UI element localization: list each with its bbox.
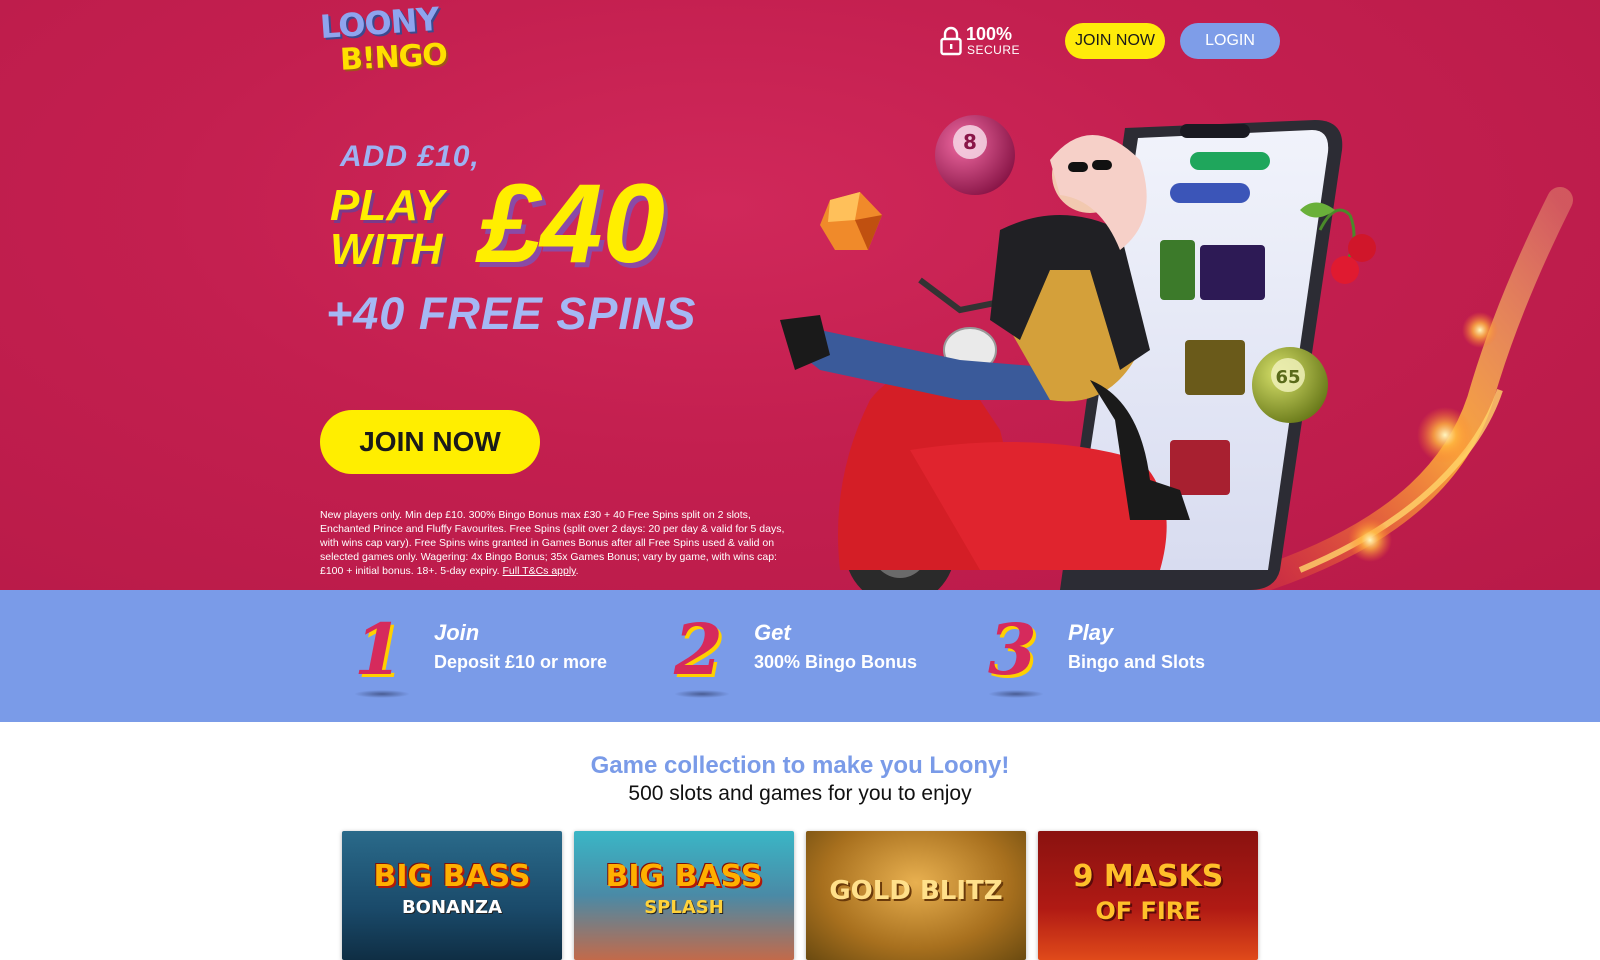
promo-play-line1: PLAY — [330, 181, 445, 230]
games-section-title: Game collection to make you Loony! — [590, 752, 1010, 779]
sparkle — [1417, 407, 1473, 463]
game-card-gold-blitz[interactable]: GOLD BLITZ — [806, 831, 1026, 960]
step-title: Play — [1068, 620, 1114, 645]
ball-number-left: 8 — [963, 130, 977, 154]
step-description: 300% Bingo Bonus — [754, 652, 918, 672]
promo-deposit-text: ADD £10, — [340, 140, 480, 173]
game-title: 9 MASKS — [1072, 859, 1224, 894]
step-number-shadow — [674, 690, 730, 698]
ball-number-right: 65 — [1275, 367, 1300, 388]
lock-icon — [940, 26, 962, 56]
game-title: BIG BASS — [605, 859, 763, 894]
game-title: GOLD BLITZ — [829, 876, 1003, 906]
game-card-big-bass-bonanza[interactable]: BIG BASS BONANZA — [342, 831, 562, 960]
logo-text-bottom: B!NGO — [339, 37, 448, 78]
terms-link[interactable]: Full T&Cs apply — [503, 565, 576, 577]
game-subtitle: SPLASH — [644, 897, 724, 918]
step-number: 1 — [354, 608, 403, 691]
bingo-ball-left: 8 — [935, 115, 1015, 195]
bingo-ball-right: 65 — [1252, 347, 1328, 423]
step-title: Get — [754, 620, 791, 645]
step-title: Join — [434, 620, 480, 645]
promo-amount: £40 — [478, 161, 665, 286]
promo-free-spins: +40 FREE SPINS — [326, 288, 697, 339]
game-title: BIG BASS — [373, 859, 531, 894]
secure-badge: 100% SECURE — [940, 24, 1030, 58]
secure-percent: 100% — [966, 24, 1013, 44]
step-description: Bingo and Slots — [1068, 652, 1205, 672]
step-number-shadow — [988, 690, 1044, 698]
join-now-button-hero[interactable]: JOIN NOW — [320, 410, 540, 474]
steps-bar: 1 Join Deposit £10 or more 2 Get 300% Bi… — [0, 590, 1600, 722]
gem-icon — [820, 192, 882, 250]
promo-play-with: PLAY WITH — [330, 184, 444, 272]
logo[interactable]: LOONY B!NGO — [318, 0, 458, 80]
step-number: 2 — [674, 608, 723, 691]
game-card-9-masks-of-fire[interactable]: 9 MASKS OF FIRE — [1038, 831, 1258, 960]
game-card-big-bass-splash[interactable]: BIG BASS SPLASH — [574, 831, 794, 960]
promo-play-line2: WITH — [330, 225, 443, 274]
join-now-button-header[interactable]: JOIN NOW — [1065, 23, 1165, 59]
step-number: 3 — [988, 608, 1037, 691]
games-section-subtitle: 500 slots and games for you to enjoy — [628, 782, 972, 805]
hero-illustration: 8 65 — [780, 115, 1573, 590]
secure-label: SECURE — [967, 43, 1021, 57]
login-button[interactable]: LOGIN — [1180, 23, 1280, 59]
game-subtitle: BONANZA — [401, 897, 503, 918]
step-number-shadow — [354, 690, 410, 698]
step-description: Deposit £10 or more — [434, 652, 608, 672]
game-subtitle: OF FIRE — [1095, 897, 1201, 925]
terms-text: New players only. Min dep £10. 300% Bing… — [320, 509, 785, 577]
hero-banner: LOONY B!NGO 100% SECURE JOIN NOW LOGIN A… — [0, 0, 1600, 590]
